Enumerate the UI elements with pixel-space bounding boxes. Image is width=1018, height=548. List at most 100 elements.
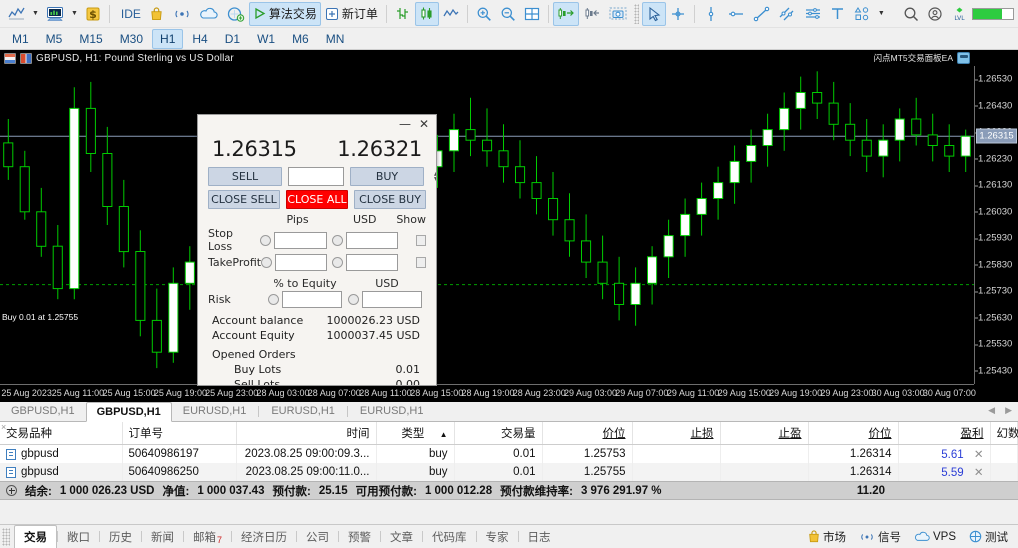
chart-tab-0[interactable]: GBPUSD,H1: [0, 401, 86, 421]
bottom-tab-calendar[interactable]: 经济日历: [232, 526, 296, 548]
col-profit[interactable]: 盈利: [898, 422, 991, 445]
search-icon[interactable]: [899, 2, 923, 26]
bottom-grip[interactable]: [2, 528, 10, 546]
lot-spinner-icon[interactable]: ▲▼: [434, 168, 436, 185]
close-all-button[interactable]: CLOSE ALL: [285, 190, 349, 209]
bar-chart-icon[interactable]: [391, 2, 415, 26]
stop-loss-pips-radio[interactable]: [260, 234, 272, 246]
close-order-icon[interactable]: ✕: [974, 467, 984, 479]
col-magic[interactable]: 幻数: [990, 422, 1018, 445]
connection-meter[interactable]: [972, 7, 1014, 20]
cursor-icon[interactable]: [641, 1, 666, 26]
bottom-tab-mailbox[interactable]: 邮箱7: [184, 526, 231, 548]
close-sell-button[interactable]: CLOSE SELL: [208, 190, 280, 209]
period-m1[interactable]: M1: [4, 29, 37, 49]
stop-loss-pips-input[interactable]: [274, 231, 327, 249]
risk-equity-radio[interactable]: [268, 294, 279, 305]
col-time[interactable]: 时间: [236, 422, 377, 445]
bottom-tab-journal[interactable]: 日志: [519, 526, 560, 548]
price-axis[interactable]: 1.265301.264301.263301.262301.261301.260…: [974, 66, 1018, 384]
period-w1[interactable]: W1: [249, 29, 283, 49]
take-profit-usd-radio[interactable]: [332, 257, 344, 268]
stop-loss-show-checkbox[interactable]: [416, 234, 426, 246]
buy-button[interactable]: BUY: [350, 167, 424, 186]
minimize-icon[interactable]: —: [399, 118, 411, 130]
col-open-price[interactable]: 价位: [542, 422, 633, 445]
zoom-out-icon[interactable]: [496, 2, 520, 26]
close-icon[interactable]: ✕: [419, 118, 429, 130]
period-h4[interactable]: H4: [184, 29, 215, 49]
period-m30[interactable]: M30: [112, 29, 151, 49]
sell-button[interactable]: SELL: [208, 167, 282, 186]
bottom-tab-articles[interactable]: 文章: [381, 526, 422, 548]
bottom-tab-codebase[interactable]: 代码库: [423, 526, 476, 548]
col-type[interactable]: 类型 ▲: [376, 422, 455, 445]
col-order-id[interactable]: 订单号: [122, 422, 237, 445]
col-tp[interactable]: 止盈: [720, 422, 809, 445]
shift-end-icon[interactable]: [552, 1, 579, 26]
toolbar-grip[interactable]: [633, 3, 639, 24]
close-order-icon[interactable]: ✕: [974, 449, 984, 461]
text-icon[interactable]: [826, 2, 850, 26]
take-profit-show-checkbox[interactable]: [416, 257, 427, 268]
vertical-line-icon[interactable]: [699, 2, 723, 26]
new-order-button[interactable]: 新订单: [321, 2, 382, 26]
status-signals[interactable]: 信号: [859, 529, 901, 545]
account-icon[interactable]: [923, 2, 947, 26]
col-symbol[interactable]: 交易品种: [0, 422, 123, 445]
bottom-tab-alerts[interactable]: 预警: [339, 526, 380, 548]
trade-panel[interactable]: — ✕ 1.26315 1.26321 SELL ▲▼ BUY CLOSE SE…: [197, 114, 437, 386]
table-row[interactable]: gbpusd 50640986197 2023.08.25 09:00:09.3…: [0, 444, 1018, 463]
col-sl[interactable]: 止损: [632, 422, 721, 445]
period-h1[interactable]: H1: [152, 28, 184, 49]
bottom-tab-company[interactable]: 公司: [297, 526, 338, 548]
bottom-tab-experts[interactable]: 专家: [477, 526, 518, 548]
tester-icon[interactable]: [222, 2, 249, 26]
col-volume[interactable]: 交易量: [454, 422, 543, 445]
risk-equity-input[interactable]: [282, 291, 342, 308]
risk-usd-input[interactable]: [362, 291, 422, 308]
chart-canvas[interactable]: [0, 66, 974, 384]
chart-window-dropdown-icon[interactable]: ▼: [68, 10, 81, 17]
chart-window-icon[interactable]: [42, 2, 68, 26]
time-axis[interactable]: 25 Aug 2023 25 Aug 11:00 25 Aug 15:00 25 Au…: [0, 384, 976, 402]
bottom-tab-exposure[interactable]: 敞口: [58, 526, 99, 548]
shift-start-icon[interactable]: [579, 2, 605, 26]
channel-icon[interactable]: [774, 2, 800, 26]
ide-button[interactable]: IDE: [114, 2, 145, 26]
close-buy-button[interactable]: CLOSE BUY: [354, 190, 426, 209]
trendline-icon[interactable]: [749, 2, 774, 26]
period-mn[interactable]: MN: [318, 29, 353, 49]
status-vps[interactable]: VPS: [914, 531, 956, 543]
vps-cloud-icon[interactable]: [195, 2, 222, 26]
expand-icon[interactable]: [6, 485, 17, 496]
chart-tab-2[interactable]: EURUSD,H1: [172, 401, 258, 421]
grid-icon[interactable]: [520, 2, 544, 26]
period-m6[interactable]: M6: [284, 29, 317, 49]
bottom-tab-trade[interactable]: 交易: [14, 524, 57, 548]
col-cur-price[interactable]: 价位: [808, 422, 899, 445]
algo-trading-button[interactable]: 算法交易: [248, 1, 321, 26]
take-profit-pips-input[interactable]: [275, 254, 328, 271]
period-m5[interactable]: M5: [38, 29, 71, 49]
take-profit-pips-radio[interactable]: [261, 257, 273, 268]
stop-loss-usd-input[interactable]: [345, 231, 399, 249]
bottom-tab-history[interactable]: 历史: [100, 526, 141, 548]
period-m15[interactable]: M15: [71, 29, 110, 49]
fibonacci-icon[interactable]: [800, 2, 826, 26]
level-icon[interactable]: LVL: [947, 2, 972, 26]
zoom-in-icon[interactable]: [472, 2, 496, 26]
risk-usd-radio[interactable]: [348, 294, 359, 305]
horizontal-line-icon[interactable]: [723, 2, 749, 26]
take-profit-usd-input[interactable]: [346, 254, 399, 271]
shapes-dropdown-icon[interactable]: ▼: [875, 10, 888, 17]
market-bag-icon[interactable]: [145, 2, 169, 26]
chart-tab-scroll[interactable]: ◀ ▶: [988, 405, 1012, 416]
period-d1[interactable]: D1: [217, 29, 248, 49]
status-tester[interactable]: 测试: [969, 529, 1008, 545]
table-row[interactable]: gbpusd 50640986250 2023.08.25 09:00:11.0…: [0, 463, 1018, 481]
screenshot-icon[interactable]: [605, 2, 631, 26]
chart-area[interactable]: GBPUSD, H1: Pound Sterling vs US Dollar …: [0, 50, 1018, 402]
lot-size-stepper[interactable]: ▲▼: [288, 167, 436, 186]
status-market[interactable]: 市场: [808, 529, 846, 545]
